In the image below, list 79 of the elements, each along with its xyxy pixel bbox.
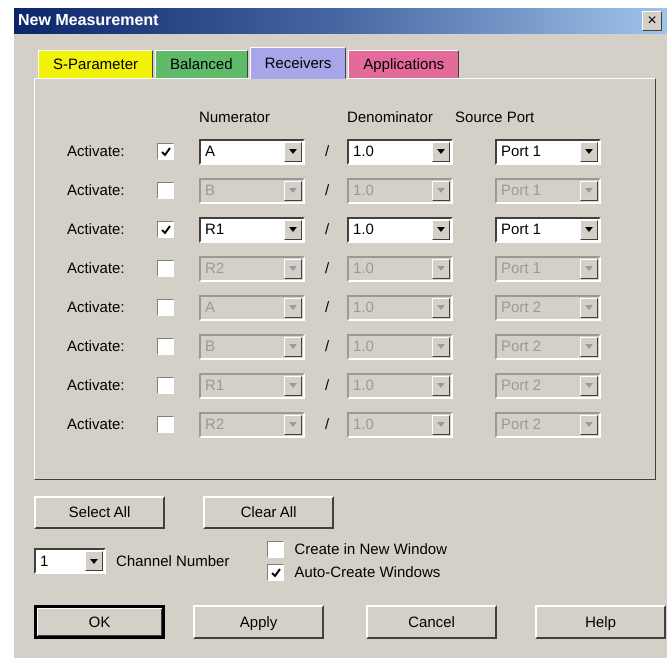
tab[interactable]: S-Parameter [38, 50, 154, 78]
tab[interactable]: Receivers [250, 47, 346, 79]
ratio-separator: / [324, 182, 330, 199]
option-label: Create in New Window [294, 541, 447, 558]
dialog-button[interactable]: OK [34, 605, 165, 639]
caret-down-icon [585, 422, 593, 427]
caret-down-icon [289, 149, 297, 154]
caret-down-icon [437, 344, 445, 349]
dialog-button[interactable]: Cancel [366, 605, 497, 639]
ratio-separator: / [324, 299, 330, 316]
numerator-dropdown[interactable]: R1 [199, 216, 305, 242]
select-button[interactable]: Select All [34, 496, 165, 529]
check-icon [270, 566, 282, 578]
activate-checkbox[interactable] [157, 377, 174, 394]
column-header: Denominator [347, 109, 434, 128]
ratio-separator: / [324, 377, 330, 394]
caret-down-icon [585, 266, 593, 271]
option-label: Auto-Create Windows [294, 564, 440, 581]
activate-label: Activate: [67, 143, 126, 160]
caret-down-icon [437, 422, 445, 427]
activate-checkbox[interactable] [157, 143, 174, 160]
source-port-dropdown[interactable]: Port 1 [495, 216, 601, 242]
caret-down-icon [289, 422, 297, 427]
caret-down-icon [289, 188, 297, 193]
caret-down-icon [289, 383, 297, 388]
caret-down-icon [289, 227, 297, 232]
caret-down-icon [437, 227, 445, 232]
activate-checkbox[interactable] [157, 416, 174, 433]
source-port-dropdown[interactable]: Port 1 [495, 138, 601, 164]
caret-down-icon [437, 383, 445, 388]
activate-label: Activate: [67, 338, 126, 355]
activate-checkbox[interactable] [157, 182, 174, 199]
caret-down-icon [585, 305, 593, 310]
activate-label: Activate: [67, 182, 126, 199]
ratio-separator: / [324, 221, 330, 238]
caret-down-icon [437, 266, 445, 271]
option-checkbox[interactable] [267, 564, 284, 581]
ratio-separator: / [324, 416, 330, 433]
caret-down-icon [585, 227, 593, 232]
option-checkbox[interactable] [267, 541, 284, 558]
denominator-dropdown[interactable]: 1.0 [347, 138, 453, 164]
activate-label: Activate: [67, 377, 126, 394]
caret-down-icon [289, 266, 297, 271]
column-header: Source Port [455, 109, 536, 128]
activate-checkbox[interactable] [157, 299, 174, 316]
dialog-button[interactable]: Help [535, 605, 666, 639]
close-button[interactable]: × [642, 11, 662, 31]
caret-down-icon [437, 149, 445, 154]
activate-label: Activate: [67, 299, 126, 316]
check-icon [160, 146, 172, 158]
activate-label: Activate: [67, 221, 126, 238]
channel-label: Channel Number [116, 552, 230, 570]
denominator-dropdown[interactable]: 1.0 [347, 216, 453, 242]
caret-down-icon [585, 149, 593, 154]
ratio-separator: / [324, 260, 330, 277]
column-header: Numerator [199, 109, 271, 128]
tab[interactable]: Applications [348, 50, 460, 78]
activate-checkbox[interactable] [157, 260, 174, 277]
dialog-button[interactable]: Apply [193, 605, 324, 639]
caret-down-icon [437, 188, 445, 193]
tab[interactable]: Balanced [155, 50, 248, 78]
window-title: New Measurement [18, 12, 158, 30]
caret-down-icon [289, 305, 297, 310]
caret-down-icon [585, 344, 593, 349]
activate-checkbox[interactable] [157, 338, 174, 355]
numerator-dropdown[interactable]: A [199, 138, 305, 164]
activate-label: Activate: [67, 416, 126, 433]
activate-checkbox[interactable] [157, 221, 174, 238]
select-button[interactable]: Clear All [203, 496, 334, 529]
check-icon [160, 224, 172, 236]
caret-down-icon [585, 383, 593, 388]
caret-down-icon [90, 558, 98, 564]
ratio-separator: / [324, 143, 330, 160]
caret-down-icon [289, 344, 297, 349]
channel-dropdown[interactable]: 1 [34, 548, 106, 574]
caret-down-icon [437, 305, 445, 310]
caret-down-icon [585, 188, 593, 193]
activate-label: Activate: [67, 260, 126, 277]
ratio-separator: / [324, 338, 330, 355]
